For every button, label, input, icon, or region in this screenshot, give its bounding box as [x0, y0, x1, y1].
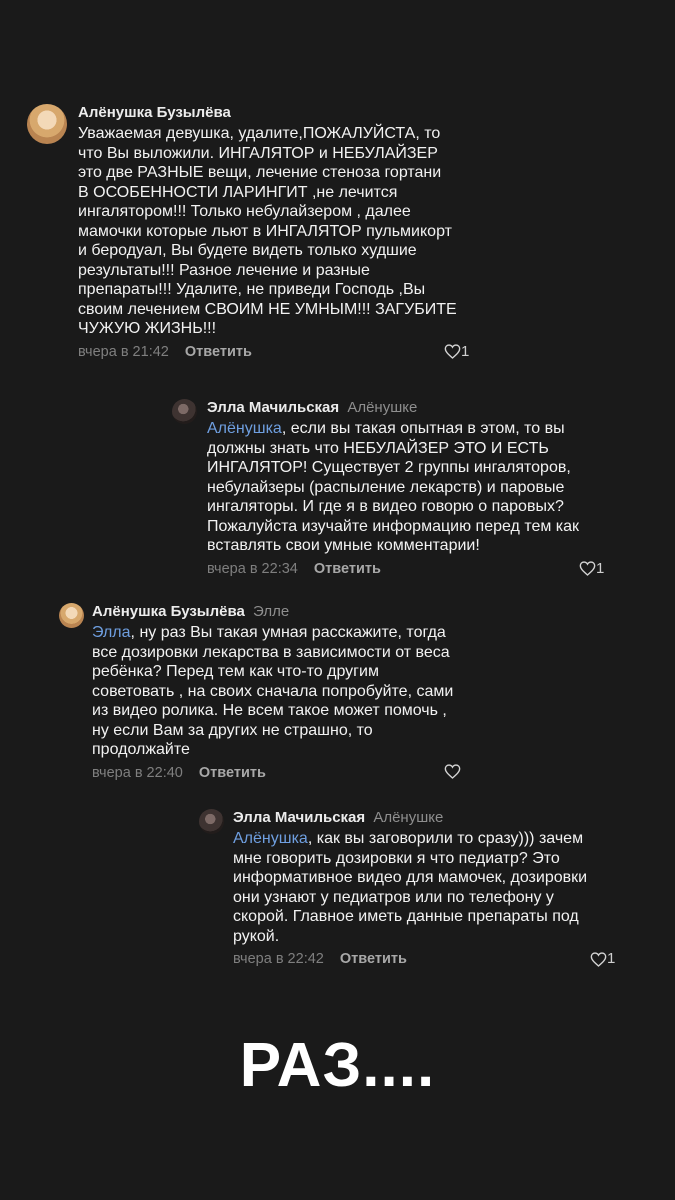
like-button[interactable]: 1	[579, 560, 604, 578]
heart-icon	[590, 951, 607, 967]
comment-3: Алёнушка Бузылёва Элле Элла, ну раз Вы т…	[59, 603, 479, 782]
comment-header: Элла Мачильская Алёнушке	[233, 809, 624, 827]
username[interactable]: Алёнушка Бузылёва	[78, 104, 231, 121]
comment-body: Алёнушка Бузылёва Элле Элла, ну раз Вы т…	[92, 603, 479, 782]
comment-text-body: Уважаемая девушка, удалите,ПОЖАЛУЙСТА, т…	[78, 125, 457, 337]
comment-1: Алёнушка Бузылёва Уважаемая девушка, уда…	[27, 104, 477, 361]
comment-text: Алёнушка, если вы такая опытная в этом, …	[207, 419, 622, 556]
reply-to: Элле	[253, 603, 290, 620]
reply-button[interactable]: Ответить	[314, 561, 381, 577]
heart-icon	[444, 763, 461, 779]
heart-icon	[579, 561, 596, 576]
comment-body: Алёнушка Бузылёва Уважаемая девушка, уда…	[78, 104, 477, 361]
reply-button[interactable]: Ответить	[340, 951, 407, 967]
avatar[interactable]	[27, 104, 67, 144]
username[interactable]: Элла Мачильская	[233, 809, 365, 826]
username[interactable]: Алёнушка Бузылёва	[92, 603, 245, 620]
like-button[interactable]	[444, 763, 461, 779]
comment-text: Элла, ну раз Вы такая умная расскажите, …	[92, 623, 479, 760]
heart-icon	[444, 344, 461, 359]
comment-header: Элла Мачильская Алёнушке	[207, 399, 622, 417]
avatar[interactable]	[199, 809, 224, 834]
comment-header: Алёнушка Бузылёва Элле	[92, 603, 479, 621]
timestamp: вчера в 22:42	[233, 951, 324, 967]
avatar[interactable]	[59, 603, 84, 628]
reply-button[interactable]: Ответить	[185, 344, 252, 360]
timestamp: вчера в 22:40	[92, 764, 183, 781]
comment-text-body: , как вы заговорили то сразу))) зачем мн…	[233, 830, 588, 945]
mention-link[interactable]: Элла	[92, 624, 131, 641]
comment-text: Алёнушка, как вы заговорили то сразу))) …	[233, 829, 624, 946]
timestamp: вчера в 21:42	[78, 343, 169, 360]
comment-2: Элла Мачильская Алёнушке Алёнушка, если …	[172, 399, 622, 578]
username[interactable]: Элла Мачильская	[207, 399, 339, 416]
comment-body: Элла Мачильская Алёнушке Алёнушка, если …	[207, 399, 622, 578]
like-count: 1	[596, 559, 605, 577]
like-count: 1	[461, 342, 470, 360]
story-caption: РАЗ....	[239, 1031, 436, 1100]
mention-link[interactable]: Алёнушка	[233, 830, 308, 847]
timestamp: вчера в 22:34	[207, 560, 298, 577]
mention-link[interactable]: Алёнушка	[207, 420, 282, 437]
reply-to: Алёнушке	[373, 809, 444, 826]
like-button[interactable]: 1	[590, 950, 615, 968]
like-count: 1	[607, 950, 616, 967]
comment-meta: вчера в 21:42 Ответить 1	[78, 343, 477, 361]
comment-text-body: , ну раз Вы такая умная расскажите, тогд…	[92, 624, 454, 758]
comment-header: Алёнушка Бузылёва	[78, 104, 477, 122]
comment-text-body: , если вы такая опытная в этом, то вы до…	[207, 420, 580, 554]
reply-to: Алёнушке	[347, 399, 418, 416]
comment-body: Элла Мачильская Алёнушке Алёнушка, как в…	[233, 809, 624, 968]
comment-meta: вчера в 22:40 Ответить	[92, 763, 479, 782]
comment-meta: вчера в 22:34 Ответить 1	[207, 560, 622, 578]
comment-text: Уважаемая девушка, удалите,ПОЖАЛУЙСТА, т…	[78, 124, 477, 339]
comment-4: Элла Мачильская Алёнушке Алёнушка, как в…	[199, 809, 624, 968]
like-button[interactable]: 1	[444, 343, 469, 361]
reply-button[interactable]: Ответить	[199, 765, 266, 781]
comment-meta: вчера в 22:42 Ответить 1	[233, 950, 624, 968]
avatar[interactable]	[172, 399, 197, 424]
